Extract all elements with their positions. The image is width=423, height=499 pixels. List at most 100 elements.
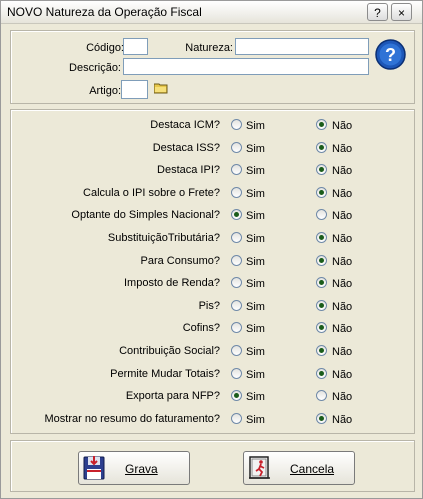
option-question-label: Optante do Simples Nacional? [71,209,220,221]
sim-label: Sim [246,210,265,222]
sim-radio[interactable] [231,164,242,175]
nao-radio[interactable] [316,255,327,266]
sim-radio[interactable] [231,277,242,288]
descricao-input[interactable] [123,58,369,75]
artigo-input[interactable] [121,80,148,99]
nao-label: Não [332,301,353,313]
nao-radio[interactable] [316,232,327,243]
sim-label: Sim [246,323,265,335]
sim-radio[interactable] [231,255,242,266]
descricao-label: Descrição: [69,62,121,74]
title-help-button[interactable]: ? [367,3,388,21]
option-question-label: Cofins? [182,322,220,334]
option-question-label: Exporta para NFP? [125,390,220,402]
option-row: Contribuição Social? Sim Não [1,343,422,361]
nao-radio[interactable] [316,277,327,288]
grava-label: Grava [125,462,158,476]
cancela-label: Cancela [290,462,335,476]
nao-radio[interactable] [316,209,327,220]
codigo-input[interactable] [123,38,148,55]
option-question-label: Permite Mudar Totais? [110,368,220,380]
sim-radio[interactable] [231,119,242,130]
nao-label: Não [332,346,353,358]
sim-radio[interactable] [231,345,242,356]
nao-radio[interactable] [316,368,327,379]
natureza-input[interactable] [235,38,369,55]
sim-label: Sim [246,143,265,155]
nao-radio[interactable] [316,119,327,130]
option-row: Para Consumo? Sim Não [1,253,422,271]
window-title: NOVO Natureza da Operação Fiscal [7,5,202,19]
sim-radio[interactable] [231,413,242,424]
nao-radio[interactable] [316,300,327,311]
sim-radio[interactable] [231,322,242,333]
help-circle-icon[interactable]: ? [375,39,406,70]
nao-radio[interactable] [316,164,327,175]
sim-label: Sim [246,414,265,426]
sim-radio[interactable] [231,232,242,243]
sim-label: Sim [246,188,265,200]
sim-radio[interactable] [231,209,242,220]
option-row: Destaca IPI? Sim Não [1,162,422,180]
option-question-label: Calcula o IPI sobre o Frete? [83,187,220,199]
option-question-label: Para Consumo? [140,255,221,267]
nao-radio[interactable] [316,142,327,153]
sim-label: Sim [246,391,265,403]
header-panel: Código: Natureza: Descrição: Artigo: ? [10,30,415,104]
nao-label: Não [332,210,353,222]
natureza-label: Natureza: [185,42,233,54]
folder-icon[interactable] [153,82,168,94]
option-row: Optante do Simples Nacional? Sim Não [1,207,422,225]
option-row: Permite Mudar Totais? Sim Não [1,366,422,384]
nao-label: Não [332,414,353,426]
option-row: Exporta para NFP? Sim Não [1,388,422,406]
sim-label: Sim [246,120,265,132]
option-row: Pis? Sim Não [1,298,422,316]
nao-radio[interactable] [316,413,327,424]
option-question-label: Destaca IPI? [157,164,220,176]
option-question-label: Mostrar no resumo do faturamento? [44,413,220,425]
nao-radio[interactable] [316,322,327,333]
option-row: Destaca ICM? Sim Não [1,117,422,135]
sim-label: Sim [246,369,265,381]
nao-label: Não [332,120,353,132]
nao-label: Não [332,256,353,268]
option-question-label: SubstituiçãoTributária? [107,232,220,244]
exit-door-icon [248,456,272,483]
nao-radio[interactable] [316,187,327,198]
sim-label: Sim [246,346,265,358]
nao-label: Não [332,233,353,245]
sim-label: Sim [246,301,265,313]
nao-label: Não [332,369,353,381]
sim-label: Sim [246,278,265,290]
sim-label: Sim [246,256,265,268]
option-question-label: Destaca ISS? [152,142,220,154]
option-row: Cofins? Sim Não [1,320,422,338]
option-row: Destaca ISS? Sim Não [1,140,422,158]
nao-label: Não [332,188,353,200]
dialog-window: NOVO Natureza da Operação Fiscal ? × Cód… [0,0,423,499]
option-question-label: Contribuição Social? [119,345,220,357]
sim-label: Sim [246,165,265,177]
nao-radio[interactable] [316,345,327,356]
option-row: Imposto de Renda? Sim Não [1,275,422,293]
codigo-label: Código: [86,42,124,54]
option-question-label: Destaca ICM? [150,119,220,131]
cancela-button[interactable]: Cancela [243,451,355,485]
title-close-button[interactable]: × [391,3,412,21]
option-row: SubstituiçãoTributária? Sim Não [1,230,422,248]
nao-radio[interactable] [316,390,327,401]
option-question-label: Pis? [198,300,220,312]
nao-label: Não [332,143,353,155]
option-row: Mostrar no resumo do faturamento? Sim Não [1,411,422,429]
grava-button[interactable]: Grava [78,451,190,485]
sim-radio[interactable] [231,390,242,401]
option-row: Calcula o IPI sobre o Frete? Sim Não [1,185,422,203]
sim-radio[interactable] [231,368,242,379]
sim-radio[interactable] [231,187,242,198]
sim-radio[interactable] [231,300,242,311]
sim-radio[interactable] [231,142,242,153]
nao-label: Não [332,391,353,403]
nao-label: Não [332,278,353,290]
floppy-disk-icon [83,456,105,483]
